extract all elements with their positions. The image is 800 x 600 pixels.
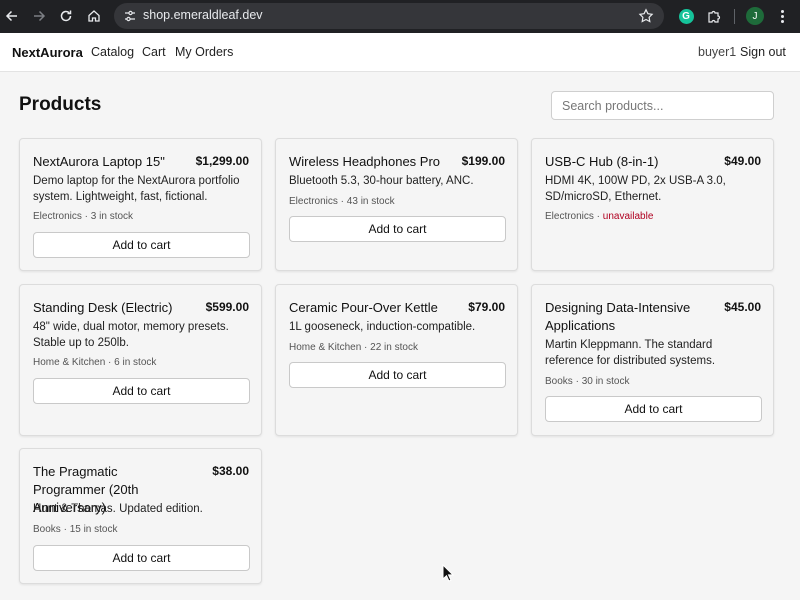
product-stock: 43 in stock xyxy=(346,196,395,207)
product-price: $49.00 xyxy=(724,154,761,168)
product-category: Electronics · xyxy=(289,196,347,207)
product-stock: 30 in stock xyxy=(581,376,630,387)
product-card: USB-C Hub (8-in-1) $49.00 HDMI 4K, 100W … xyxy=(531,138,774,271)
product-price: $45.00 xyxy=(724,300,761,314)
product-stock: 15 in stock xyxy=(69,524,118,535)
product-category: Electronics · xyxy=(545,211,603,222)
product-category: Home & Kitchen · xyxy=(289,342,371,353)
product-description: HDMI 4K, 100W PD, 2x USB-A 3.0, SD/micro… xyxy=(545,175,726,203)
product-price: $79.00 xyxy=(468,300,505,314)
product-description: Bluetooth 5.3, 30-hour battery, ANC. xyxy=(289,175,474,187)
mouse-cursor-icon xyxy=(442,564,454,582)
product-category: Home & Kitchen · xyxy=(33,357,115,368)
brand-logo[interactable]: NextAurora xyxy=(12,45,83,60)
extensions-puzzle-icon[interactable] xyxy=(704,6,724,26)
add-to-cart-button[interactable]: Add to cart xyxy=(289,362,506,388)
site-header: NextAurora Catalog Cart My Orders buyer1… xyxy=(0,33,800,72)
home-icon[interactable] xyxy=(83,5,105,27)
product-card: NextAurora Laptop 15" $1,299.00 Demo lap… xyxy=(19,138,262,271)
product-price: $1,299.00 xyxy=(195,154,249,168)
toolbar-divider xyxy=(734,9,735,24)
add-to-cart-button[interactable]: Add to cart xyxy=(33,545,250,571)
product-description: Martin Kleppmann. The standard reference… xyxy=(545,339,716,367)
browser-menu-icon[interactable] xyxy=(774,7,790,25)
bookmark-star-icon[interactable] xyxy=(638,8,654,24)
product-meta: Books · 30 in stock xyxy=(545,376,630,387)
product-description: 48" wide, dual motor, memory presets. St… xyxy=(33,321,229,349)
product-card: Wireless Headphones Pro $199.00 Bluetoot… xyxy=(275,138,518,271)
add-to-cart-button[interactable]: Add to cart xyxy=(545,396,762,422)
product-description: Hunt & Thomas. Updated edition. xyxy=(33,503,203,515)
product-price: $599.00 xyxy=(205,300,249,314)
url-text: shop.emeraldleaf.dev xyxy=(143,8,263,22)
grammarly-extension-icon[interactable]: G xyxy=(676,6,696,26)
product-meta: Home & Kitchen · 6 in stock xyxy=(33,357,156,368)
product-name: USB-C Hub (8-in-1) xyxy=(545,154,659,169)
add-to-cart-button[interactable]: Add to cart xyxy=(33,232,250,258)
address-bar[interactable]: shop.emeraldleaf.dev xyxy=(114,3,664,29)
product-stock: 6 in stock xyxy=(114,357,157,368)
product-stock: 3 in stock xyxy=(90,211,134,222)
product-meta: Books · 15 in stock xyxy=(33,524,118,535)
sign-out-link[interactable]: Sign out xyxy=(740,45,786,59)
product-category: Books · xyxy=(33,524,70,535)
nav-cart[interactable]: Cart xyxy=(142,45,166,59)
product-card: Designing Data-Intensive Applications $4… xyxy=(531,284,774,436)
product-card: Standing Desk (Electric) $599.00 48" wid… xyxy=(19,284,262,436)
product-meta: Electronics · 43 in stock xyxy=(289,196,395,207)
username: buyer1 xyxy=(698,45,737,59)
search-input[interactable] xyxy=(551,91,774,120)
page-title: Products xyxy=(19,94,102,115)
browser-toolbar: shop.emeraldleaf.dev G J xyxy=(0,0,800,33)
add-to-cart-button[interactable]: Add to cart xyxy=(289,216,506,242)
product-card: The Pragmatic Programmer (20th Anniversa… xyxy=(19,448,262,584)
product-name: Ceramic Pour-Over Kettle xyxy=(289,300,438,315)
nav-my-orders[interactable]: My Orders xyxy=(175,45,233,59)
product-description: 1L gooseneck, induction-compatible. xyxy=(289,321,476,333)
product-name: Standing Desk (Electric) xyxy=(33,300,173,315)
product-price: $38.00 xyxy=(212,464,249,478)
profile-avatar[interactable]: J xyxy=(746,7,764,25)
product-card: Ceramic Pour-Over Kettle $79.00 1L goose… xyxy=(275,284,518,436)
forward-arrow-icon[interactable] xyxy=(28,5,50,27)
product-description: Demo laptop for the NextAurora portfolio… xyxy=(33,175,240,203)
product-price: $199.00 xyxy=(461,154,505,168)
product-meta: Electronics · 3 in stock xyxy=(33,211,133,222)
back-arrow-icon[interactable] xyxy=(1,5,23,27)
product-name: NextAurora Laptop 15" xyxy=(33,154,165,169)
product-meta: Electronics · unavailable xyxy=(545,211,653,222)
product-meta: Home & Kitchen · 22 in stock xyxy=(289,342,418,353)
add-to-cart-button[interactable]: Add to cart xyxy=(33,378,250,404)
product-name: Wireless Headphones Pro xyxy=(289,154,441,169)
product-category: Books · xyxy=(545,376,582,387)
product-category: Electronics · xyxy=(33,211,91,222)
unavailable-status: unavailable xyxy=(602,211,654,222)
nav-catalog[interactable]: Catalog xyxy=(91,45,134,59)
site-settings-icon[interactable] xyxy=(122,8,138,24)
product-stock: 22 in stock xyxy=(370,342,418,353)
reload-icon[interactable] xyxy=(55,5,77,27)
product-name: Designing Data-Intensive Applications xyxy=(545,300,691,333)
